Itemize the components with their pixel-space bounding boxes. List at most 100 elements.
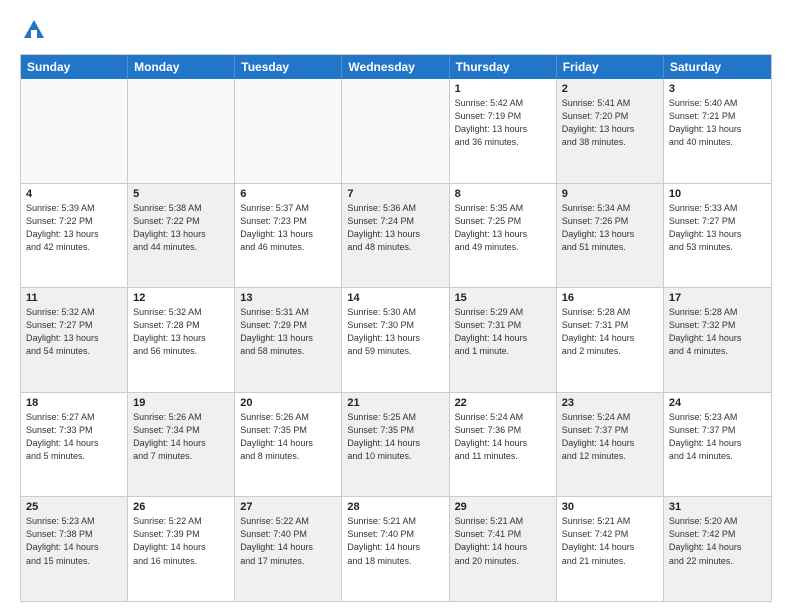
day-number: 29 (455, 501, 551, 513)
calendar-row-3: 11 Sunrise: 5:32 AM Sunset: 7:27 PM Dayli… (21, 287, 771, 392)
cell-info-text: Sunrise: 5:30 AM Sunset: 7:30 PM Dayligh… (347, 306, 443, 358)
calendar-cell: 21Sunrise: 5:25 AM Sunset: 7:35 PM Dayli… (342, 393, 449, 497)
day-number: 10 (669, 188, 766, 200)
calendar-cell: 4 Sunrise: 5:39 AM Sunset: 7:22 PM Daylig… (21, 184, 128, 288)
cell-info-text: Sunrise: 5:29 AM Sunset: 7:31 PM Dayligh… (455, 306, 551, 358)
day-number: 18 (26, 397, 122, 409)
day-number: 13 (240, 292, 336, 304)
calendar-cell: 27 Sunrise: 5:22 AM Sunset: 7:40 PM Dayli… (235, 497, 342, 601)
day-number: 19 (133, 397, 229, 409)
day-number: 8 (455, 188, 551, 200)
cell-info-text: Sunrise: 5:24 AM Sunset: 7:37 PM Dayligh… (562, 411, 658, 463)
calendar-cell: 5Sunrise: 5:38 AM Sunset: 7:22 PM Daylig… (128, 184, 235, 288)
calendar-cell: 2 Sunrise: 5:41 AM Sunset: 7:20 PM Daylig… (557, 79, 664, 183)
calendar-row-4: 18 Sunrise: 5:27 AM Sunset: 7:33 PM Dayli… (21, 392, 771, 497)
calendar-cell: 23 Sunrise: 5:24 AM Sunset: 7:37 PM Dayli… (557, 393, 664, 497)
cell-info-text: Sunrise: 5:39 AM Sunset: 7:22 PM Dayligh… (26, 202, 122, 254)
cell-info-text: Sunrise: 5:20 AM Sunset: 7:42 PM Dayligh… (669, 515, 766, 567)
cell-info-text: Sunrise: 5:21 AM Sunset: 7:40 PM Dayligh… (347, 515, 443, 567)
cell-info-text: Sunrise: 5:25 AM Sunset: 7:35 PM Dayligh… (347, 411, 443, 463)
calendar-cell: 7 Sunrise: 5:36 AM Sunset: 7:24 PM Daylig… (342, 184, 449, 288)
cell-info-text: Sunrise: 5:22 AM Sunset: 7:39 PM Dayligh… (133, 515, 229, 567)
day-number: 14 (347, 292, 443, 304)
cell-info-text: Sunrise: 5:21 AM Sunset: 7:41 PM Dayligh… (455, 515, 551, 567)
calendar-cell: 24 Sunrise: 5:23 AM Sunset: 7:37 PM Dayli… (664, 393, 771, 497)
header-day-thursday: Thursday (450, 55, 557, 79)
cell-info-text: Sunrise: 5:34 AM Sunset: 7:26 PM Dayligh… (562, 202, 658, 254)
calendar-cell: 17 Sunrise: 5:28 AM Sunset: 7:32 PM Dayli… (664, 288, 771, 392)
cell-info-text: Sunrise: 5:42 AM Sunset: 7:19 PM Dayligh… (455, 97, 551, 149)
cell-info-text: Sunrise: 5:31 AM Sunset: 7:29 PM Dayligh… (240, 306, 336, 358)
cell-info-text: Sunrise: 5:26 AM Sunset: 7:35 PM Dayligh… (240, 411, 336, 463)
page: SundayMondayTuesdayWednesdayThursdayFrid… (0, 0, 792, 612)
calendar-cell: 1 Sunrise: 5:42 AM Sunset: 7:19 PM Daylig… (450, 79, 557, 183)
cell-info-text: Sunrise: 5:28 AM Sunset: 7:31 PM Dayligh… (562, 306, 658, 358)
day-number: 28 (347, 501, 443, 513)
cell-info-text: Sunrise: 5:27 AM Sunset: 7:33 PM Dayligh… (26, 411, 122, 463)
calendar-cell: 8 Sunrise: 5:35 AM Sunset: 7:25 PM Daylig… (450, 184, 557, 288)
day-number: 4 (26, 188, 122, 200)
calendar-cell: 30Sunrise: 5:21 AM Sunset: 7:42 PM Dayli… (557, 497, 664, 601)
cell-info-text: Sunrise: 5:26 AM Sunset: 7:34 PM Dayligh… (133, 411, 229, 463)
header-day-saturday: Saturday (664, 55, 771, 79)
calendar-cell: 14 Sunrise: 5:30 AM Sunset: 7:30 PM Dayli… (342, 288, 449, 392)
calendar-row-1: 1 Sunrise: 5:42 AM Sunset: 7:19 PM Daylig… (21, 79, 771, 183)
calendar-cell: 3Sunrise: 5:40 AM Sunset: 7:21 PM Daylig… (664, 79, 771, 183)
day-number: 12 (133, 292, 229, 304)
calendar-header: SundayMondayTuesdayWednesdayThursdayFrid… (21, 55, 771, 79)
day-number: 11 (26, 292, 122, 304)
day-number: 27 (240, 501, 336, 513)
cell-info-text: Sunrise: 5:23 AM Sunset: 7:37 PM Dayligh… (669, 411, 766, 463)
cell-info-text: Sunrise: 5:33 AM Sunset: 7:27 PM Dayligh… (669, 202, 766, 254)
calendar-row-2: 4 Sunrise: 5:39 AM Sunset: 7:22 PM Daylig… (21, 183, 771, 288)
day-number: 24 (669, 397, 766, 409)
calendar-cell: 12Sunrise: 5:32 AM Sunset: 7:28 PM Dayli… (128, 288, 235, 392)
day-number: 15 (455, 292, 551, 304)
day-number: 2 (562, 83, 658, 95)
header-day-wednesday: Wednesday (342, 55, 449, 79)
logo (20, 16, 52, 44)
day-number: 25 (26, 501, 122, 513)
calendar-cell: 22 Sunrise: 5:24 AM Sunset: 7:36 PM Dayli… (450, 393, 557, 497)
calendar-cell (342, 79, 449, 183)
day-number: 6 (240, 188, 336, 200)
calendar-cell: 18 Sunrise: 5:27 AM Sunset: 7:33 PM Dayli… (21, 393, 128, 497)
header-day-sunday: Sunday (21, 55, 128, 79)
cell-info-text: Sunrise: 5:38 AM Sunset: 7:22 PM Dayligh… (133, 202, 229, 254)
cell-info-text: Sunrise: 5:35 AM Sunset: 7:25 PM Dayligh… (455, 202, 551, 254)
calendar-cell: 15 Sunrise: 5:29 AM Sunset: 7:31 PM Dayli… (450, 288, 557, 392)
day-number: 30 (562, 501, 658, 513)
calendar-cell: 11 Sunrise: 5:32 AM Sunset: 7:27 PM Dayli… (21, 288, 128, 392)
calendar-cell: 16 Sunrise: 5:28 AM Sunset: 7:31 PM Dayli… (557, 288, 664, 392)
day-number: 7 (347, 188, 443, 200)
cell-info-text: Sunrise: 5:24 AM Sunset: 7:36 PM Dayligh… (455, 411, 551, 463)
day-number: 1 (455, 83, 551, 95)
cell-info-text: Sunrise: 5:40 AM Sunset: 7:21 PM Dayligh… (669, 97, 766, 149)
day-number: 9 (562, 188, 658, 200)
cell-info-text: Sunrise: 5:36 AM Sunset: 7:24 PM Dayligh… (347, 202, 443, 254)
calendar-cell: 9 Sunrise: 5:34 AM Sunset: 7:26 PM Daylig… (557, 184, 664, 288)
cell-info-text: Sunrise: 5:37 AM Sunset: 7:23 PM Dayligh… (240, 202, 336, 254)
day-number: 31 (669, 501, 766, 513)
cell-info-text: Sunrise: 5:41 AM Sunset: 7:20 PM Dayligh… (562, 97, 658, 149)
day-number: 16 (562, 292, 658, 304)
cell-info-text: Sunrise: 5:28 AM Sunset: 7:32 PM Dayligh… (669, 306, 766, 358)
calendar-cell (128, 79, 235, 183)
day-number: 22 (455, 397, 551, 409)
calendar-cell: 10 Sunrise: 5:33 AM Sunset: 7:27 PM Dayli… (664, 184, 771, 288)
calendar-cell: 26 Sunrise: 5:22 AM Sunset: 7:39 PM Dayli… (128, 497, 235, 601)
header-day-tuesday: Tuesday (235, 55, 342, 79)
calendar-cell (21, 79, 128, 183)
day-number: 20 (240, 397, 336, 409)
calendar-cell: 19 Sunrise: 5:26 AM Sunset: 7:34 PM Dayli… (128, 393, 235, 497)
calendar-cell: 20 Sunrise: 5:26 AM Sunset: 7:35 PM Dayli… (235, 393, 342, 497)
header-day-monday: Monday (128, 55, 235, 79)
calendar-body: 1 Sunrise: 5:42 AM Sunset: 7:19 PM Daylig… (21, 79, 771, 601)
cell-info-text: Sunrise: 5:32 AM Sunset: 7:27 PM Dayligh… (26, 306, 122, 358)
calendar-cell: 29 Sunrise: 5:21 AM Sunset: 7:41 PM Dayli… (450, 497, 557, 601)
cell-info-text: Sunrise: 5:22 AM Sunset: 7:40 PM Dayligh… (240, 515, 336, 567)
calendar-row-5: 25Sunrise: 5:23 AM Sunset: 7:38 PM Dayli… (21, 496, 771, 601)
day-number: 26 (133, 501, 229, 513)
day-number: 23 (562, 397, 658, 409)
day-number: 17 (669, 292, 766, 304)
